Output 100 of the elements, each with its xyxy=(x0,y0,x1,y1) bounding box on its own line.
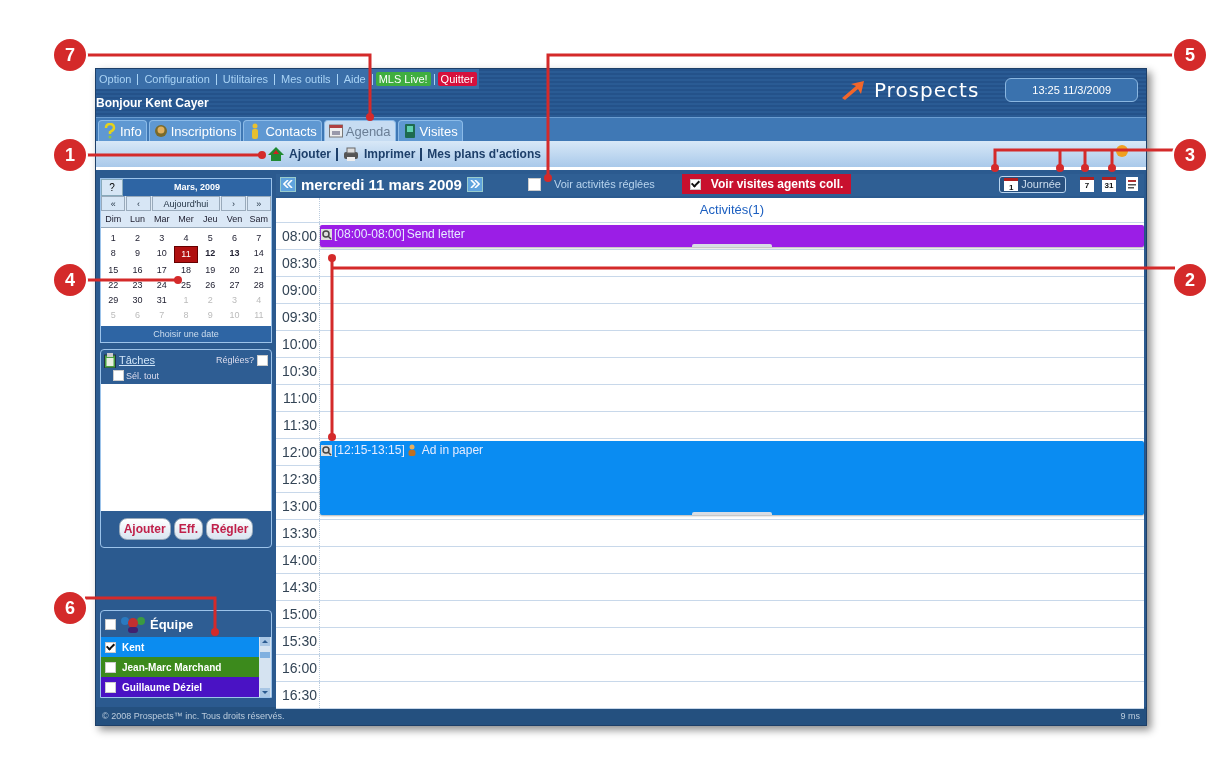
help-button[interactable]: ? xyxy=(101,179,123,196)
time-label: 09:00 xyxy=(276,277,320,303)
checkbox[interactable] xyxy=(257,354,268,366)
checkbox-label: Voir activités réglées xyxy=(553,178,655,190)
team-member-row[interactable]: Jean-Marc Marchand xyxy=(101,657,259,677)
settled-label: Réglées? xyxy=(215,355,254,365)
calendar-nav-button[interactable]: « xyxy=(101,196,126,211)
action-link[interactable]: Imprimer xyxy=(364,147,416,161)
calendar-nav-button[interactable]: › xyxy=(221,196,246,211)
calendar-day[interactable]: 18 xyxy=(173,263,199,278)
checkbox[interactable] xyxy=(105,618,116,630)
scrollbar[interactable] xyxy=(259,637,271,697)
time-label: 10:30 xyxy=(276,358,320,384)
calendar-day[interactable]: 16 xyxy=(125,263,150,278)
time-label: 14:30 xyxy=(276,574,320,600)
checkbox[interactable] xyxy=(105,661,116,673)
checkbox[interactable] xyxy=(689,178,701,190)
checkbox[interactable] xyxy=(527,177,541,191)
time-label: 15:30 xyxy=(276,628,320,654)
next-day-button[interactable] xyxy=(466,176,483,192)
calendar-day[interactable]: 19 xyxy=(198,263,223,278)
calendar-nav-button[interactable]: » xyxy=(246,196,271,211)
calendar-day[interactable]: 9 xyxy=(125,246,150,261)
clipboard-icon xyxy=(104,352,116,368)
person-icon xyxy=(406,444,417,456)
calendar-day[interactable]: 12 xyxy=(198,246,223,261)
callout-badge: 3 xyxy=(1174,139,1206,171)
checkbox-label: Voir visites agents coll. xyxy=(710,177,844,191)
action-link[interactable]: Ajouter xyxy=(289,147,331,161)
time-label: 08:30 xyxy=(276,250,320,276)
member-name: Jean-Marc Marchand xyxy=(122,661,222,673)
printer-icon xyxy=(343,147,359,161)
tasks-link[interactable]: Tâches xyxy=(119,354,213,366)
resize-handle[interactable] xyxy=(692,244,772,247)
calendar-view-icon[interactable]: 31 xyxy=(1102,176,1116,192)
callout-badge: 2 xyxy=(1174,264,1206,296)
calendar-day[interactable]: 31 xyxy=(149,293,174,308)
weekday-label: Sam xyxy=(248,213,270,226)
scroll-thumb[interactable] xyxy=(260,652,270,658)
calendar-day[interactable]: 27 xyxy=(222,278,247,293)
calendar-day[interactable]: 7 xyxy=(246,231,271,246)
calendar-day[interactable]: 20 xyxy=(222,263,247,278)
event-block[interactable]: [08:00-08:00] Send letter xyxy=(320,225,1144,247)
task-button[interactable]: Régler xyxy=(206,518,254,540)
copyright-text: © 2008 Prospects™ inc. Tous droits réservés. xyxy=(102,711,285,721)
action-link[interactable]: Mes plans d'actions xyxy=(427,147,541,161)
device-icon xyxy=(402,123,417,139)
calendar-day[interactable]: 29 xyxy=(101,293,126,308)
calendar-day[interactable]: 10 xyxy=(149,246,174,261)
calendar-day[interactable]: 22 xyxy=(101,278,126,293)
calendar-day[interactable]: 2 xyxy=(125,231,150,246)
magnifier-icon xyxy=(321,444,332,456)
event-time: [12:15-13:15] xyxy=(334,443,405,457)
previous-day-button[interactable] xyxy=(280,176,296,192)
calendar-day[interactable]: 6 xyxy=(222,231,247,246)
checkbox[interactable] xyxy=(105,641,116,653)
brand-name: Prospects xyxy=(873,78,980,102)
calendar-day[interactable]: 14 xyxy=(246,246,271,261)
calendar-day[interactable]: 26 xyxy=(198,278,223,293)
calendar-nav-button[interactable]: Aujourd'hui xyxy=(151,196,221,211)
team-member-row[interactable]: Guillaume Déziel xyxy=(101,677,259,697)
time-label: 13:00 xyxy=(276,493,320,519)
day-view-button[interactable]: 1 Journée xyxy=(999,175,1066,193)
resize-handle[interactable] xyxy=(692,512,772,515)
question-icon xyxy=(103,123,117,139)
calendar-day[interactable]: 3 xyxy=(149,231,174,246)
callout-badge: 6 xyxy=(54,592,86,624)
scroll-down-icon[interactable] xyxy=(260,688,270,697)
agents-toggle[interactable]: Voir visites agents coll. xyxy=(681,174,852,194)
task-button[interactable]: Eff. xyxy=(173,518,203,540)
checkbox[interactable] xyxy=(113,370,124,381)
calendar-day[interactable]: 21 xyxy=(246,263,271,278)
event-title: Send letter xyxy=(406,227,465,241)
calendar-day[interactable]: 25 xyxy=(173,278,199,293)
choose-date-button[interactable]: Choisir une date xyxy=(101,326,271,342)
callout-badge: 4 xyxy=(54,264,86,296)
list-icon[interactable] xyxy=(1124,176,1140,192)
checkbox[interactable] xyxy=(105,681,116,693)
calendar-day[interactable]: 23 xyxy=(125,278,150,293)
time-label: 16:00 xyxy=(276,655,320,681)
menu-link[interactable]: Quitter xyxy=(437,72,477,86)
time-label: 12:30 xyxy=(276,466,320,492)
calendar-day[interactable]: 5 xyxy=(198,231,223,246)
calendar-day[interactable]: 28 xyxy=(246,278,271,293)
calendar-day[interactable]: 24 xyxy=(149,278,174,293)
calendar-day[interactable]: 17 xyxy=(149,263,174,278)
calendar-nav-button[interactable]: ‹ xyxy=(126,196,151,211)
calendar-day[interactable]: 30 xyxy=(125,293,150,308)
time-label: 09:30 xyxy=(276,304,320,330)
calendar-icon: 1 xyxy=(1004,177,1019,191)
task-button[interactable]: Ajouter xyxy=(118,518,171,540)
scroll-up-icon[interactable] xyxy=(260,637,270,646)
calendar-day[interactable]: 13 xyxy=(222,246,247,261)
calendar-view-icon[interactable]: 7 xyxy=(1080,176,1094,192)
calendar-day[interactable]: 8 xyxy=(101,246,126,261)
calendar-day[interactable]: 1 xyxy=(101,231,126,246)
calendar-day[interactable]: 11 xyxy=(173,246,199,263)
calendar-day[interactable]: 15 xyxy=(101,263,126,278)
time-label: 11:00 xyxy=(276,385,320,411)
calendar-day[interactable]: 4 xyxy=(173,231,199,246)
